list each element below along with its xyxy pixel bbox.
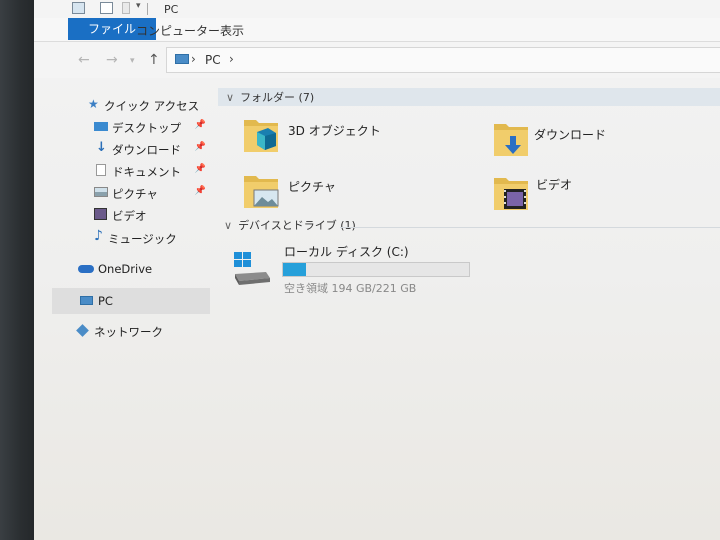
folders-group-header[interactable]: ∨ フォルダー (7) bbox=[226, 90, 314, 106]
recent-locations-icon[interactable]: ▾ bbox=[130, 56, 135, 66]
back-arrow-icon[interactable]: ← bbox=[78, 52, 90, 68]
chevron-right-icon[interactable]: › bbox=[191, 52, 196, 66]
sidebar-item-onedrive[interactable]: OneDrive bbox=[52, 258, 210, 280]
sidebar-item-label: ミュージック bbox=[108, 232, 177, 246]
explorer-window: ▾ PC ファイル コンピューター 表示 ← → ▾ ↑ › PC › ★ クイ… bbox=[34, 0, 720, 540]
customize-quick-access-icon[interactable]: ▾ bbox=[136, 1, 141, 11]
music-note-icon: ♪ bbox=[94, 228, 103, 244]
chevron-right-icon[interactable]: › bbox=[229, 52, 234, 66]
document-icon bbox=[96, 164, 106, 176]
folder-label: 3D オブジェクト bbox=[288, 124, 381, 138]
folder-label: ビデオ bbox=[536, 178, 573, 192]
sidebar-item-label: ネットワーク bbox=[94, 325, 163, 339]
window-title: PC bbox=[164, 3, 179, 16]
cloud-icon bbox=[78, 265, 94, 273]
sidebar-item-label: クイック アクセス bbox=[104, 99, 200, 113]
folders-group-label: フォルダー (7) bbox=[240, 91, 315, 104]
address-bar[interactable]: › PC › bbox=[166, 47, 720, 73]
sidebar-item-quick-access[interactable]: ★ クイック アクセス bbox=[52, 94, 210, 116]
devices-group-label: デバイスとドライブ (1) bbox=[238, 219, 356, 232]
download-arrow-icon: ↓ bbox=[96, 140, 107, 155]
pc-icon bbox=[80, 296, 93, 305]
drive-name: ローカル ディスク (C:) bbox=[284, 245, 409, 259]
3d-objects-folder-icon bbox=[244, 120, 278, 152]
ribbon-tabs: ファイル コンピューター 表示 bbox=[34, 18, 720, 42]
sidebar-item-label: OneDrive bbox=[98, 262, 153, 276]
sidebar-item-pc[interactable]: PC bbox=[52, 288, 210, 314]
downloads-folder-icon bbox=[494, 124, 528, 156]
tab-computer[interactable]: コンピューター bbox=[136, 22, 220, 39]
explorer-app-icon[interactable] bbox=[72, 2, 85, 14]
folder-videos[interactable]: ビデオ bbox=[492, 170, 692, 220]
pictures-folder-icon bbox=[244, 176, 279, 208]
title-bar: ▾ PC bbox=[34, 0, 720, 18]
desktop-icon bbox=[94, 122, 108, 131]
sidebar-item-documents[interactable]: ドキュメント 📌 bbox=[52, 160, 210, 182]
breadcrumb-pc[interactable]: PC bbox=[205, 53, 221, 67]
new-folder-icon[interactable] bbox=[122, 2, 130, 14]
folder-label: ピクチャ bbox=[288, 180, 336, 194]
devices-group-header[interactable]: ∨ デバイスとドライブ (1) bbox=[224, 218, 356, 234]
videos-folder-icon bbox=[494, 178, 528, 210]
navigation-bar: ← → ▾ ↑ › PC › bbox=[34, 42, 720, 78]
sidebar-item-label: ドキュメント bbox=[112, 165, 181, 179]
pc-icon bbox=[175, 54, 189, 64]
sidebar-item-label: ピクチャ bbox=[112, 187, 158, 201]
sidebar-item-videos[interactable]: ビデオ bbox=[52, 204, 210, 226]
drive-usage-bar bbox=[282, 262, 470, 277]
drive-free-space: 空き領域 194 GB/221 GB bbox=[284, 282, 417, 295]
pin-icon[interactable]: 📌 bbox=[195, 186, 206, 196]
sidebar-item-label: PC bbox=[98, 294, 113, 308]
sidebar-item-music[interactable]: ♪ ミュージック bbox=[52, 227, 210, 249]
title-separator bbox=[147, 3, 148, 15]
sidebar-item-network[interactable]: ネットワーク bbox=[52, 320, 210, 342]
video-icon bbox=[94, 208, 107, 220]
sidebar-item-downloads[interactable]: ↓ ダウンロード 📌 bbox=[52, 138, 210, 160]
sidebar-item-label: ダウンロード bbox=[112, 143, 181, 157]
tab-view[interactable]: 表示 bbox=[220, 22, 244, 39]
pin-icon[interactable]: 📌 bbox=[195, 142, 206, 152]
pin-icon[interactable]: 📌 bbox=[195, 164, 206, 174]
devices-group-divider bbox=[340, 227, 720, 228]
sidebar-item-label: ビデオ bbox=[112, 209, 147, 223]
sidebar-item-label: デスクトップ bbox=[112, 121, 181, 135]
chevron-down-icon: ∨ bbox=[226, 91, 235, 104]
pin-icon[interactable]: 📌 bbox=[195, 120, 206, 130]
chevron-down-icon: ∨ bbox=[224, 219, 233, 232]
up-arrow-icon[interactable]: ↑ bbox=[148, 52, 160, 68]
hard-drive-icon bbox=[234, 252, 270, 285]
folder-pictures[interactable]: ピクチャ bbox=[242, 168, 462, 218]
drive-usage-fill bbox=[283, 263, 306, 276]
picture-icon bbox=[94, 187, 108, 197]
forward-arrow-icon[interactable]: → bbox=[106, 52, 118, 68]
sidebar-item-desktop[interactable]: デスクトップ 📌 bbox=[52, 116, 210, 138]
folder-label: ダウンロード bbox=[534, 128, 607, 142]
sidebar-item-pictures[interactable]: ピクチャ 📌 bbox=[52, 182, 210, 204]
star-icon: ★ bbox=[88, 97, 99, 111]
properties-check-icon[interactable] bbox=[100, 2, 113, 14]
folder-downloads[interactable]: ダウンロード bbox=[492, 116, 692, 166]
network-icon bbox=[76, 324, 89, 337]
folder-3d-objects[interactable]: 3D オブジェクト bbox=[242, 112, 462, 162]
navigation-pane: ★ クイック アクセス デスクトップ 📌 ↓ ダウンロード 📌 ドキュメント 📌… bbox=[52, 88, 210, 358]
